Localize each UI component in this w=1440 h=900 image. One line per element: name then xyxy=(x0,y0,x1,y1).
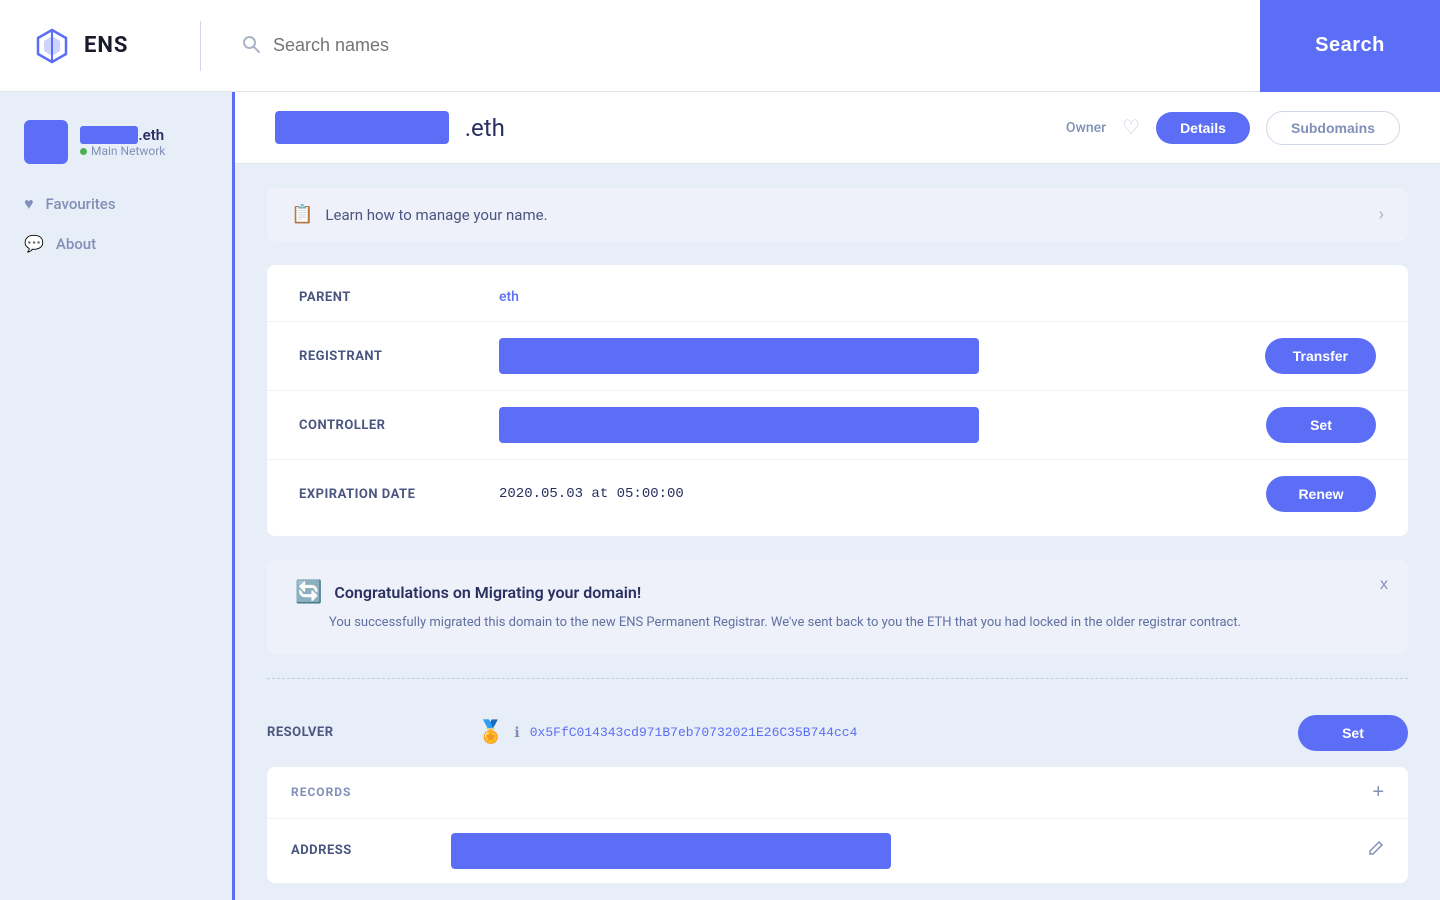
tab-details-button[interactable]: Details xyxy=(1156,112,1250,144)
transfer-button[interactable]: Transfer xyxy=(1265,338,1376,374)
resolver-emoji-icon: 🏅 xyxy=(477,720,504,745)
expiration-row: EXPIRATION DATE 2020.05.03 at 05:00:00 R… xyxy=(267,460,1408,528)
records-section: RECORDS + ADDRESS xyxy=(267,767,1408,883)
migration-icon: 🔄 xyxy=(295,580,322,605)
controller-label: CONTROLLER xyxy=(299,418,499,433)
resolver-row: RESOLVER 🏅 ℹ 0x5FfC014343cd971B7eb707320… xyxy=(267,699,1408,767)
records-add-button[interactable]: + xyxy=(1372,781,1384,804)
domain-eth-suffix: .eth xyxy=(465,114,505,142)
sidebar-item-about-label: About xyxy=(56,235,96,253)
search-button[interactable]: Search xyxy=(1260,0,1440,92)
sidebar-item-favourites[interactable]: ♥ Favourites xyxy=(0,184,232,224)
content-area: 📋 Learn how to manage your name. › PAREN… xyxy=(235,164,1440,900)
registrant-bar xyxy=(499,338,979,374)
info-banner-icon: 📋 xyxy=(291,204,313,225)
registrant-row: REGISTRANT Transfer xyxy=(267,322,1408,391)
address-record-bar xyxy=(451,833,891,869)
controller-value xyxy=(499,407,1266,443)
avatar xyxy=(24,120,68,164)
favourite-button[interactable]: ♡ xyxy=(1122,115,1140,140)
details-table: PARENT eth REGISTRANT Transfer CONTROLLE… xyxy=(267,265,1408,536)
set-controller-button[interactable]: Set xyxy=(1266,407,1376,443)
search-input[interactable] xyxy=(273,35,1244,56)
domain-header: .eth Owner ♡ Details Subdomains xyxy=(235,92,1440,164)
main-content: .eth Owner ♡ Details Subdomains 📋 Learn … xyxy=(235,92,1440,900)
sidebar-profile: .eth Main Network xyxy=(0,108,232,184)
tab-subdomains-button[interactable]: Subdomains xyxy=(1266,111,1400,145)
sidebar-name-block: .eth Main Network xyxy=(80,126,165,158)
registrant-label: REGISTRANT xyxy=(299,349,499,364)
renew-button[interactable]: Renew xyxy=(1266,476,1376,512)
migration-banner: 🔄 Congratulations on Migrating your doma… xyxy=(267,560,1408,654)
header-divider xyxy=(200,21,201,71)
owner-label: Owner xyxy=(1066,120,1106,136)
migration-title: Congratulations on Migrating your domain… xyxy=(334,583,641,602)
sidebar-name-redacted xyxy=(80,126,138,144)
dotted-divider xyxy=(267,678,1408,679)
network-dot xyxy=(80,148,87,155)
layout: .eth Main Network ♥ Favourites 💬 About .… xyxy=(0,92,1440,900)
sidebar: .eth Main Network ♥ Favourites 💬 About xyxy=(0,92,235,900)
migration-close-button[interactable]: x xyxy=(1380,576,1388,594)
comment-icon: 💬 xyxy=(24,234,44,253)
sidebar-name-suffix: .eth xyxy=(138,126,164,144)
info-banner[interactable]: 📋 Learn how to manage your name. › xyxy=(267,188,1408,241)
records-header: RECORDS + xyxy=(267,767,1408,819)
address-record-label: ADDRESS xyxy=(291,843,451,858)
domain-name-badge xyxy=(275,111,449,144)
sidebar-name: .eth xyxy=(80,126,165,144)
network-label: Main Network xyxy=(91,144,165,158)
ens-logo-icon xyxy=(32,26,72,66)
logo-text: ENS xyxy=(84,33,128,58)
migration-body: You successfully migrated this domain to… xyxy=(295,613,1380,634)
sidebar-item-favourites-label: Favourites xyxy=(46,195,116,213)
migration-header: 🔄 Congratulations on Migrating your doma… xyxy=(295,580,1380,605)
controller-bar xyxy=(499,407,979,443)
sidebar-item-about[interactable]: 💬 About xyxy=(0,224,232,263)
resolver-info-icon[interactable]: ℹ xyxy=(514,725,519,741)
parent-value[interactable]: eth xyxy=(499,289,1376,305)
address-record-edit-button[interactable] xyxy=(1368,840,1384,861)
address-record-row: ADDRESS xyxy=(267,819,1408,883)
registrant-value xyxy=(499,338,1265,374)
search-icon xyxy=(241,34,261,58)
resolver-address[interactable]: 0x5FfC014343cd971B7eb70732021E26C35B744c… xyxy=(530,725,858,740)
parent-label: PARENT xyxy=(299,290,499,305)
expiration-action: Renew xyxy=(1266,476,1376,512)
expiration-value: 2020.05.03 at 05:00:00 xyxy=(499,486,684,502)
resolver-label: RESOLVER xyxy=(267,725,467,740)
heart-icon: ♥ xyxy=(24,194,34,214)
expiration-label: EXPIRATION DATE xyxy=(299,487,499,502)
resolver-action: Set xyxy=(1298,715,1408,751)
parent-row: PARENT eth xyxy=(267,273,1408,322)
search-area xyxy=(225,34,1260,58)
domain-header-right: Owner ♡ Details Subdomains xyxy=(1066,111,1400,145)
info-banner-arrow-icon: › xyxy=(1379,204,1384,225)
set-resolver-button[interactable]: Set xyxy=(1298,715,1408,751)
info-banner-text: Learn how to manage your name. xyxy=(325,206,1366,224)
records-title: RECORDS xyxy=(291,785,351,799)
logo-area: ENS xyxy=(0,26,200,66)
registrant-action: Transfer xyxy=(1265,338,1376,374)
controller-action: Set xyxy=(1266,407,1376,443)
controller-row: CONTROLLER Set xyxy=(267,391,1408,460)
sidebar-network: Main Network xyxy=(80,144,165,158)
header: ENS Search xyxy=(0,0,1440,92)
